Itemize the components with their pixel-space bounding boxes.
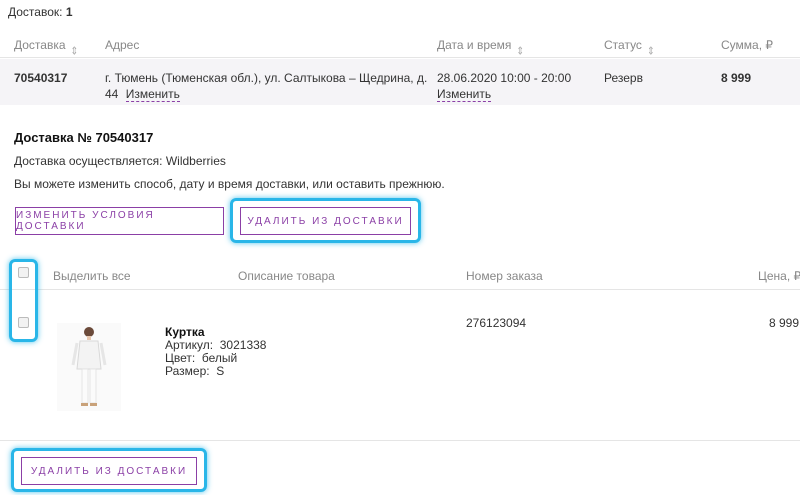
items-table-header: Выделить все Описание товара Номер заказ… — [0, 262, 800, 290]
item-checkbox[interactable] — [18, 317, 29, 328]
change-delivery-terms-button[interactable]: Изменить условия доставки — [15, 207, 224, 235]
delivery-sum: 8 999 — [721, 71, 752, 85]
col-datetime-label: Дата и время — [437, 38, 512, 52]
color-label: Цвет: — [165, 351, 196, 365]
col-datetime[interactable]: Дата и время ⇕ — [437, 38, 524, 57]
delivery-address-line2: 44 Изменить — [105, 87, 180, 102]
select-all-label[interactable]: Выделить все — [53, 269, 131, 283]
col-order-number: Номер заказа — [466, 269, 543, 283]
col-address: Адрес — [105, 38, 140, 52]
change-address-link[interactable]: Изменить — [125, 87, 180, 102]
delivery-datetime: 28.06.2020 10:00 - 20:00 — [437, 71, 572, 85]
deliveries-table-header: Доставка ⇕ Адрес Дата и время ⇕ Статус ⇕ Су… — [0, 30, 800, 58]
delivery-row[interactable]: 70540317 г. Тюмень (Тюменская обл.), ул.… — [0, 59, 800, 105]
sort-icon: ⇕ — [646, 44, 655, 57]
article-value: 3021338 — [219, 338, 267, 352]
product-info: Куртка Артикул: 3021338 Цвет: белый Разм… — [165, 326, 266, 378]
delivery-status: Резерв — [604, 71, 643, 85]
select-all-checkbox[interactable] — [18, 267, 29, 278]
delivery-id-link[interactable]: 70540317 — [14, 71, 67, 85]
sort-icon: ⇕ — [70, 44, 79, 57]
remove-from-delivery-button[interactable]: Удалить из доставки — [240, 207, 411, 235]
col-description: Описание товара — [238, 269, 335, 283]
col-status-label: Статус — [604, 38, 642, 52]
deliveries-count-label: Доставок: — [8, 5, 63, 19]
delivery-address-house: 44 — [105, 87, 119, 101]
delivery-address: г. Тюмень (Тюменская обл.), ул. Салтыков… — [105, 71, 428, 85]
col-price: Цена, ₽ — [758, 269, 800, 283]
remove-items-from-delivery-button[interactable]: Удалить из доставки — [21, 457, 197, 485]
sort-icon: ⇕ — [516, 44, 524, 57]
col-sum: Сумма, ₽ — [721, 38, 774, 52]
delivery-detail-title: Доставка № 70540317 — [14, 130, 154, 145]
change-datetime-link[interactable]: Изменить — [437, 87, 492, 102]
item-row: Куртка Артикул: 3021338 Цвет: белый Разм… — [0, 291, 800, 441]
article-label: Артикул: — [165, 338, 214, 352]
product-image[interactable] — [57, 323, 121, 411]
delivery-provider: Доставка осуществляется: Wildberries — [14, 154, 226, 168]
col-status[interactable]: Статус ⇕ — [604, 38, 654, 57]
deliveries-count-value: 1 — [65, 5, 73, 19]
item-price: 8 999 — [769, 316, 800, 330]
product-size: Размер: S — [165, 365, 266, 378]
jacket-model-icon — [71, 327, 107, 406]
col-delivery-label: Доставка — [14, 38, 66, 52]
color-value: белый — [201, 351, 238, 365]
delivery-note: Вы можете изменить способ, дату и время … — [14, 177, 445, 191]
size-label: Размер: — [165, 364, 210, 378]
item-order-number: 276123094 — [466, 316, 527, 330]
size-value: S — [216, 364, 225, 378]
deliveries-count: Доставок: 1 — [8, 5, 73, 19]
col-delivery[interactable]: Доставка ⇕ — [14, 38, 78, 57]
